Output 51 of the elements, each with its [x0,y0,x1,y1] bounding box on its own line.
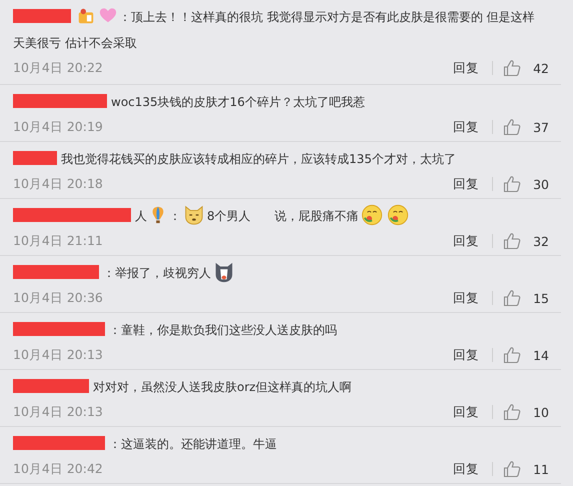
comment-date: 10月4日 20:36 [13,290,103,306]
thumbs-up-icon[interactable] [503,232,521,250]
thumbs-up-icon[interactable] [503,59,521,77]
like-count: 14 [532,348,549,362]
comment-text: 人 [135,208,147,225]
husky-icon [213,261,235,283]
comment-date: 10月4日 20:13 [13,404,103,420]
reply-link[interactable]: 回复 [453,404,479,420]
comment-text: 对对对，虽然没人送我皮肤orz但这样真的坑人啊 [93,379,352,396]
thumbs-up-icon[interactable] [503,460,521,478]
comment-text: ：举报了，歧视穷人 [103,265,211,282]
comment-text: ：童鞋，你是欺负我们这些没人送皮肤的吗 [109,322,337,339]
thumbs-up-icon[interactable] [503,403,521,421]
reply-link[interactable]: 回复 [453,60,479,76]
heart-icon [99,7,117,25]
dog-face-icon [183,204,205,226]
like-count: 15 [532,290,549,306]
smiley-icon [386,204,409,226]
reply-link[interactable]: 回复 [453,176,479,192]
like-count: 37 [532,120,549,134]
comment-date: 10月4日 20:22 [13,60,103,76]
like-count: 30 [532,176,549,192]
reply-link[interactable]: 回复 [453,118,479,136]
thumbs-up-icon[interactable] [503,346,521,364]
comment-date: 10月4日 20:42 [13,460,103,478]
comment-date: 10月4日 20:19 [13,118,103,136]
reply-link[interactable]: 回复 [453,232,479,250]
comment-text: 8个男人 说，屁股痛不痛 [207,208,359,225]
smiley-icon [360,204,383,226]
comment-text: ：这逼装的。还能讲道理。牛逼 [109,436,277,453]
comment-text: ： [169,208,181,225]
comment-date: 10月4日 20:18 [13,176,103,192]
redaction-bar [13,9,71,23]
redaction-bar [13,151,57,165]
like-count: 42 [532,60,549,76]
comment-date: 10月4日 20:13 [13,346,103,364]
comment-text: woc135块钱的皮肤才16个碎片？太坑了吧我惹 [111,94,365,111]
thumbs-up-icon[interactable] [503,118,521,136]
comment-text: ：顶上去！！这样真的很坑 我觉得显示对方是否有此皮肤是很需要的 但是这样 [119,9,535,26]
comment-text: 天美很亏 估计不会采取 [13,35,137,52]
reply-link[interactable]: 回复 [453,290,479,306]
like-count: 10 [532,404,549,420]
like-count: 11 [532,462,549,476]
like-count: 32 [532,234,549,248]
reply-link[interactable]: 回复 [453,460,479,478]
reply-link[interactable]: 回复 [453,346,479,364]
thumbs-up-icon[interactable] [503,289,521,307]
comment-text: 我也觉得花钱买的皮肤应该转成相应的碎片，应该转成135个才对，太坑了 [61,151,456,168]
comment-date: 10月4日 21:11 [13,232,103,250]
thumbs-up-icon[interactable] [503,175,521,193]
badge-icon [77,7,95,25]
